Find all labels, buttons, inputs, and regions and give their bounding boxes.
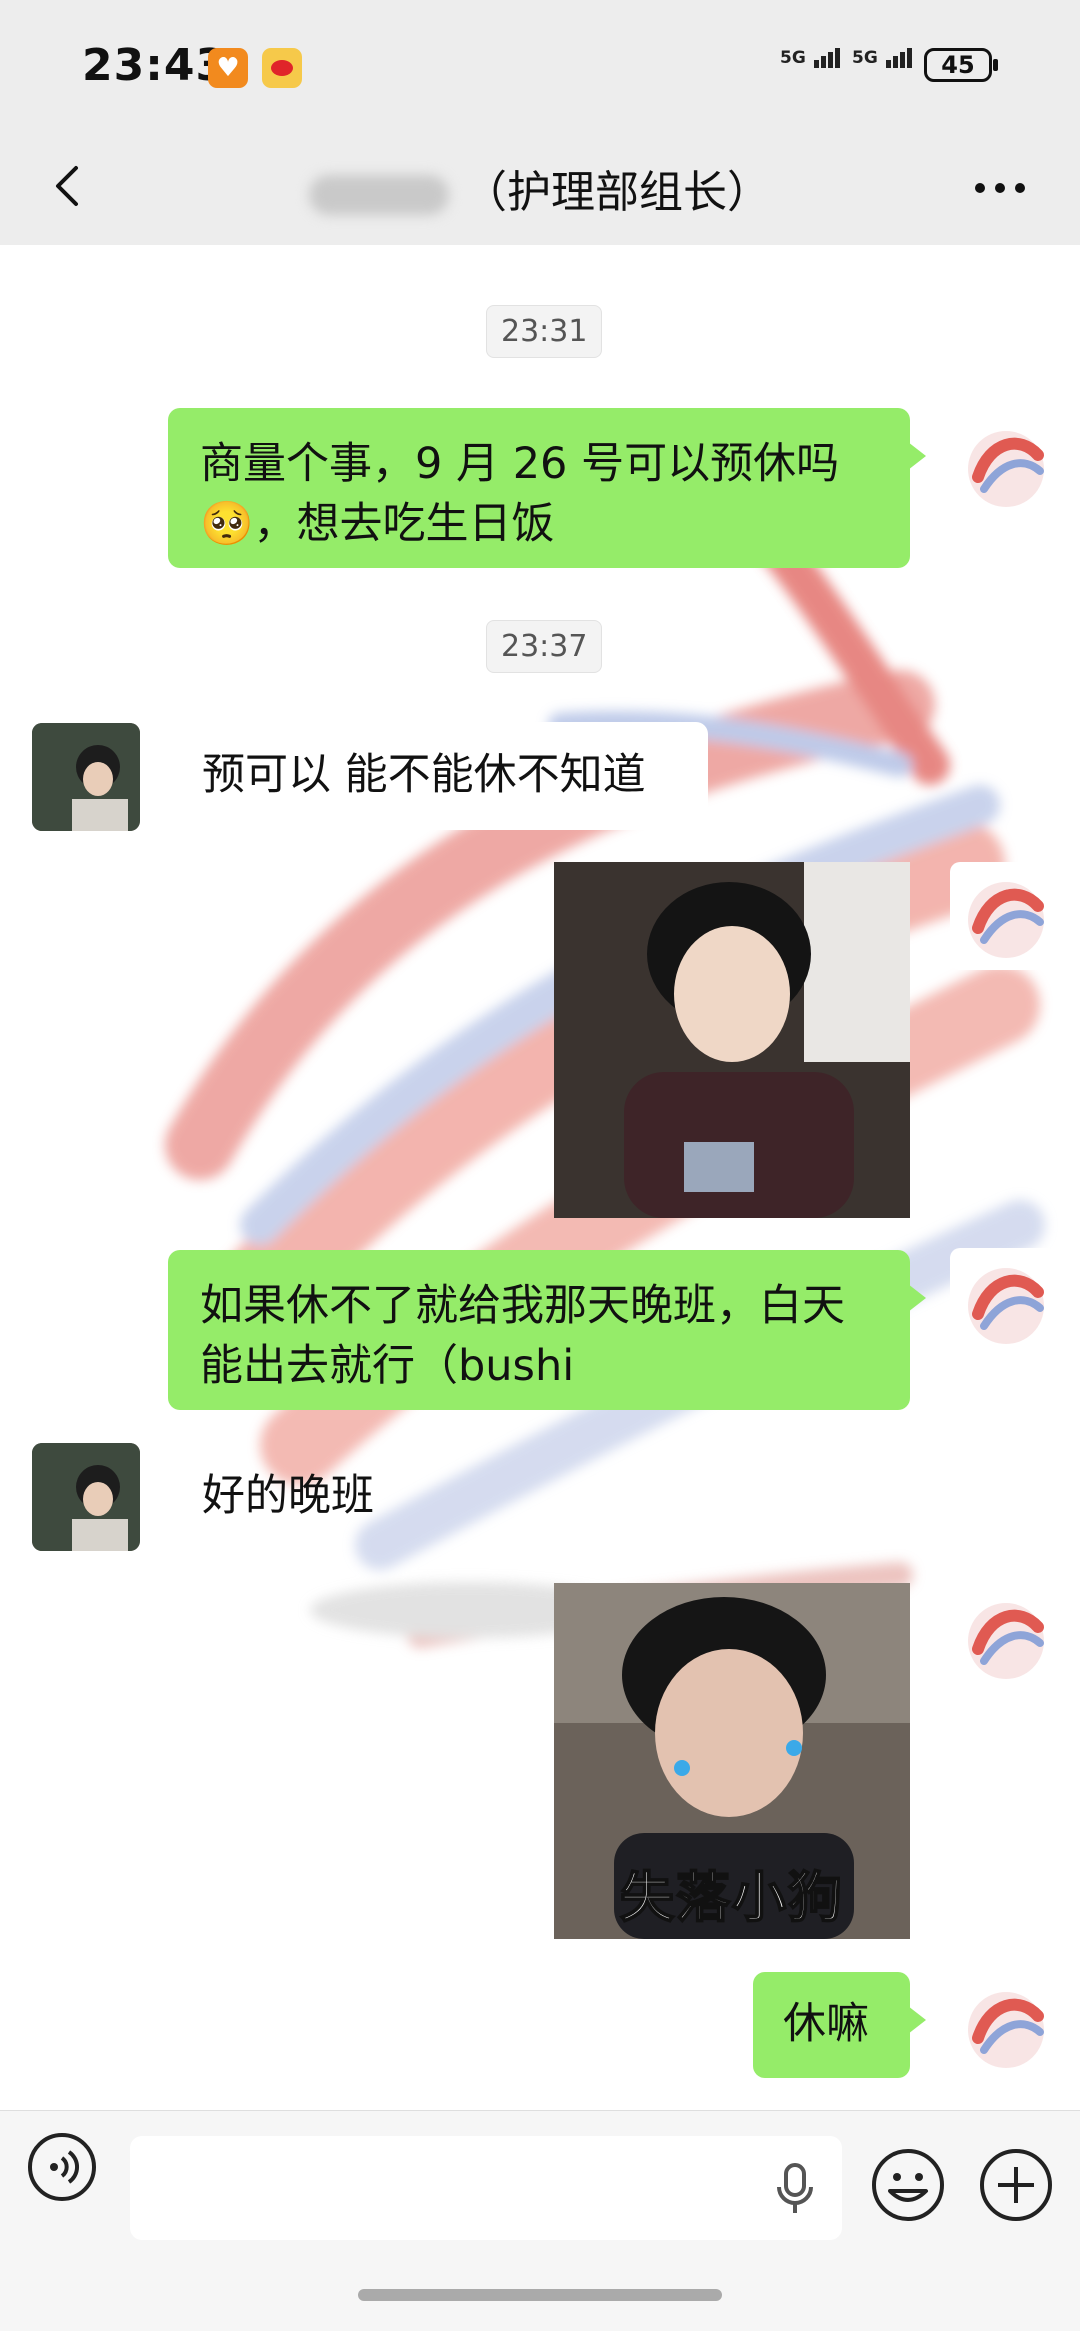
peer-avatar[interactable] xyxy=(32,723,140,831)
signal-label-2: 5G xyxy=(852,48,878,68)
message-bubble-self[interactable]: 如果休不了就给我那天晚班，白天 能出去就行（bushi xyxy=(168,1250,926,1410)
message-text: 🥺，想去吃生日饭 xyxy=(200,499,555,549)
status-time: 23:43 xyxy=(82,40,228,91)
chat-message-list[interactable]: 23:31 商量个事，9 月 26 号可以预休吗 🥺，想去吃生日饭 23:37 … xyxy=(0,245,1080,2110)
message-text: 预可以 能不能休不知道 xyxy=(202,750,646,800)
input-bar xyxy=(0,2110,1080,2331)
signal-icon: 5G xyxy=(780,48,842,68)
self-avatar[interactable] xyxy=(950,1583,1058,1691)
sticker-caption: 失落小狗 xyxy=(619,1865,844,1930)
blurred-contact-name xyxy=(309,175,449,215)
chat-header: （护理部组长） xyxy=(0,130,1080,246)
timestamp: 23:37 xyxy=(486,620,603,673)
home-indicator[interactable] xyxy=(358,2289,722,2301)
status-bar: 23:43 ♥ 5G 5G 45 xyxy=(0,0,1080,130)
plus-icon[interactable] xyxy=(978,2147,1054,2223)
message-text: 商量个事，9 月 26 号可以预休吗 xyxy=(200,439,840,489)
self-avatar[interactable] xyxy=(950,411,1058,519)
weibo-app-icon xyxy=(262,48,302,88)
sticker-image[interactable] xyxy=(554,862,910,1218)
heart-app-icon: ♥ xyxy=(208,48,248,88)
more-icon[interactable] xyxy=(972,180,1028,196)
signal-icon: 5G xyxy=(852,48,914,68)
message-bubble-self[interactable]: 商量个事，9 月 26 号可以预休吗 🥺，想去吃生日饭 xyxy=(168,408,926,568)
message-text: 好的晚班 xyxy=(202,1471,374,1521)
message-bubble-peer[interactable]: 预可以 能不能休不知道 xyxy=(170,722,708,830)
self-avatar[interactable] xyxy=(950,862,1058,970)
message-bubble-self[interactable]: 休嘛 xyxy=(753,1972,926,2078)
chat-title: （护理部组长） xyxy=(0,156,1080,220)
emoji-icon[interactable] xyxy=(870,2147,946,2223)
peer-avatar[interactable] xyxy=(32,1443,140,1551)
timestamp: 23:31 xyxy=(486,305,603,358)
chat-title-text: （护理部组长） xyxy=(463,167,771,218)
signal-label-1: 5G xyxy=(780,48,806,68)
message-bubble-peer[interactable]: 好的晚班 xyxy=(170,1443,420,1551)
self-avatar[interactable] xyxy=(950,1972,1058,2080)
message-input[interactable] xyxy=(130,2136,842,2240)
message-text: 如果休不了就给我那天晚班，白天 xyxy=(200,1281,845,1331)
microphone-icon[interactable] xyxy=(772,2161,818,2217)
voice-icon[interactable] xyxy=(26,2131,98,2203)
battery-icon: 45 xyxy=(924,48,998,82)
self-avatar[interactable] xyxy=(950,1248,1058,1356)
message-text: 休嘛 xyxy=(783,1999,869,2049)
message-text: 能出去就行（bushi xyxy=(200,1341,575,1391)
sticker-image[interactable]: 失落小狗 xyxy=(554,1583,910,1939)
